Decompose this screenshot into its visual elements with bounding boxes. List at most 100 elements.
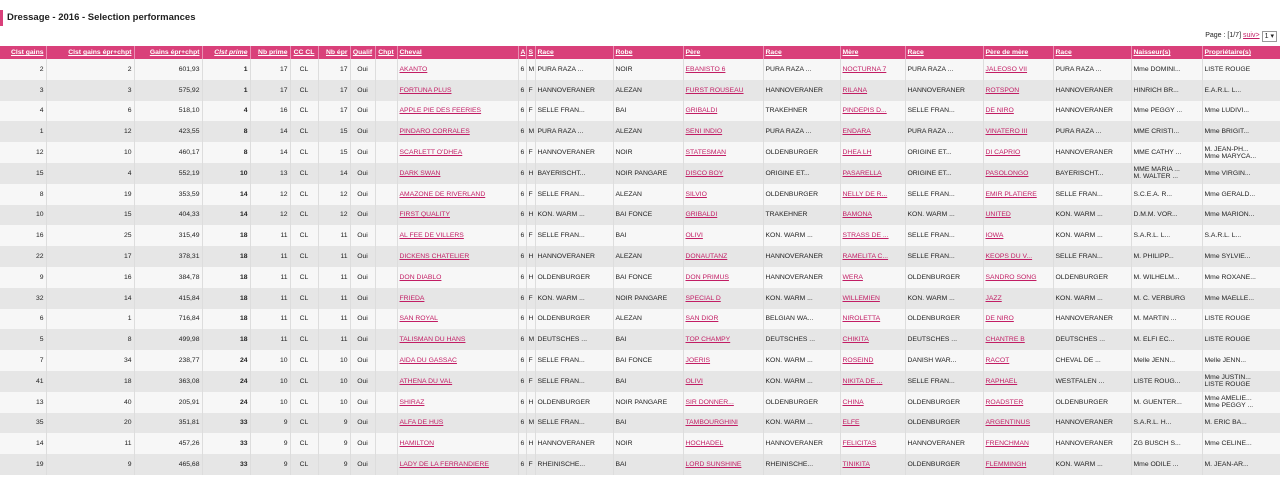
- column-header[interactable]: Race: [535, 46, 614, 59]
- horse-link[interactable]: ALFA DE HUS: [400, 419, 444, 426]
- column-header[interactable]: Naisseur(s): [1131, 46, 1203, 59]
- dam-link[interactable]: ENDARA: [843, 128, 871, 135]
- dam-sire-link[interactable]: ROTSPON: [986, 87, 1020, 94]
- sire-link[interactable]: DISCO BOY: [686, 170, 724, 177]
- dam-link[interactable]: RAMELITA C...: [843, 253, 889, 260]
- dam-sire-link[interactable]: CHANTRE B: [986, 336, 1025, 343]
- sire-link[interactable]: TAMBOURGHINI: [686, 419, 738, 426]
- sire-link[interactable]: OLIVI: [686, 378, 703, 385]
- horse-link[interactable]: AKANTO: [400, 66, 428, 73]
- column-header[interactable]: Père de mère: [983, 46, 1054, 59]
- dam-sire-link[interactable]: ARGENTINUS: [986, 419, 1031, 426]
- sire-link[interactable]: EBANISTO 6: [686, 66, 726, 73]
- dam-link[interactable]: PASARELLA: [843, 170, 882, 177]
- dam-link[interactable]: BAMONA: [843, 211, 872, 218]
- sire-link[interactable]: TOP CHAMPY: [686, 336, 731, 343]
- dam-link[interactable]: WILLEMIEN: [843, 295, 880, 302]
- column-header[interactable]: Nb épr: [318, 46, 351, 59]
- sire-link[interactable]: JOERIS: [686, 357, 711, 364]
- column-header[interactable]: Race: [1053, 46, 1132, 59]
- sire-link[interactable]: SENI INDIO: [686, 128, 723, 135]
- horse-link[interactable]: PINDARO CORRALES: [400, 128, 470, 135]
- horse-link[interactable]: TALISMAN DU HANS: [400, 336, 466, 343]
- horse-link[interactable]: DICKENS CHATELIER: [400, 253, 470, 260]
- dam-link[interactable]: DHEA LH: [843, 149, 872, 156]
- column-header[interactable]: CC CL: [290, 46, 319, 59]
- sire-link[interactable]: HOCHADEL: [686, 440, 724, 447]
- horse-link[interactable]: FIRST QUALITY: [400, 211, 450, 218]
- dam-link[interactable]: TINIKITA: [843, 461, 870, 468]
- dam-link[interactable]: NELLY DE R...: [843, 191, 888, 198]
- dam-sire-link[interactable]: JALEOSO VII: [986, 66, 1028, 73]
- dam-link[interactable]: NIROLETTA: [843, 315, 881, 322]
- horse-link[interactable]: ATHENA DU VAL: [400, 378, 453, 385]
- column-header[interactable]: Mère: [840, 46, 906, 59]
- column-header[interactable]: Chpt: [375, 46, 398, 59]
- dam-sire-link[interactable]: FLEMMINGH: [986, 461, 1027, 468]
- dam-link[interactable]: ROSEIND: [843, 357, 874, 364]
- page-select[interactable]: 1 ▾: [1261, 30, 1277, 42]
- column-header[interactable]: Qualif: [350, 46, 376, 59]
- dam-link[interactable]: NIKITA DE ...: [843, 378, 883, 385]
- sire-link[interactable]: SILVIO: [686, 191, 707, 198]
- sire-link[interactable]: GRIBALDI: [686, 211, 718, 218]
- sire-link[interactable]: GRIBALDI: [686, 107, 718, 114]
- horse-link[interactable]: SAN ROYAL: [400, 315, 438, 322]
- column-header[interactable]: Clst prime: [202, 46, 251, 59]
- sire-link[interactable]: OLIVI: [686, 232, 703, 239]
- horse-link[interactable]: SHIRAZ: [400, 399, 425, 406]
- sire-link[interactable]: STATESMAN: [686, 149, 727, 156]
- column-header[interactable]: Propriétaire(s): [1202, 46, 1280, 59]
- horse-link[interactable]: APPLE PIE DES FEERIES: [400, 107, 482, 114]
- dam-sire-link[interactable]: DE NIRO: [986, 315, 1014, 322]
- sire-link[interactable]: SPECIAL D: [686, 295, 721, 302]
- sire-link[interactable]: FURST ROUSEAU: [686, 87, 744, 94]
- dam-sire-link[interactable]: VINATERO III: [986, 128, 1028, 135]
- sire-link[interactable]: SIR DONNER...: [686, 399, 734, 406]
- sire-link[interactable]: LORD SUNSHINE: [686, 461, 742, 468]
- column-header[interactable]: Nb prime: [250, 46, 291, 59]
- horse-link[interactable]: AL FEE DE VILLERS: [400, 232, 464, 239]
- horse-link[interactable]: SCARLETT O'DHEA: [400, 149, 463, 156]
- column-header[interactable]: A: [518, 46, 527, 59]
- horse-link[interactable]: FORTUNA PLUS: [400, 87, 452, 94]
- column-header[interactable]: Clst gains: [0, 46, 47, 59]
- horse-link[interactable]: AMAZONE DE RIVERLAND: [400, 191, 486, 198]
- sire-link[interactable]: SAN DIOR: [686, 315, 719, 322]
- dam-sire-link[interactable]: SANDRO SONG: [986, 274, 1037, 281]
- dam-link[interactable]: ELFE: [843, 419, 860, 426]
- dam-sire-link[interactable]: KEOPS DU V...: [986, 253, 1033, 260]
- dam-link[interactable]: CHIKITA: [843, 336, 869, 343]
- dam-sire-link[interactable]: RAPHAEL: [986, 378, 1018, 385]
- dam-sire-link[interactable]: JAZZ: [986, 295, 1002, 302]
- dam-link[interactable]: STRASS DE ...: [843, 232, 889, 239]
- dam-sire-link[interactable]: DE NIRO: [986, 107, 1014, 114]
- dam-sire-link[interactable]: UNITED: [986, 211, 1011, 218]
- column-header[interactable]: Race: [905, 46, 984, 59]
- column-header[interactable]: S: [526, 46, 536, 59]
- dam-sire-link[interactable]: DI CAPRIO: [986, 149, 1021, 156]
- column-header[interactable]: Race: [763, 46, 841, 59]
- column-header[interactable]: Père: [683, 46, 764, 59]
- sire-link[interactable]: DONAUTANZ: [686, 253, 728, 260]
- sire-link[interactable]: DON PRIMUS: [686, 274, 729, 281]
- column-header[interactable]: Cheval: [397, 46, 519, 59]
- dam-link[interactable]: CHINA: [843, 399, 864, 406]
- column-header[interactable]: Clst gains épr+chpt: [46, 46, 135, 59]
- horse-link[interactable]: DARK SWAN: [400, 170, 441, 177]
- dam-link[interactable]: NOCTURNA 7: [843, 66, 887, 73]
- column-header[interactable]: Gains épr+chpt: [134, 46, 203, 59]
- horse-link[interactable]: LADY DE LA FERRANDIERE: [400, 461, 489, 468]
- dam-sire-link[interactable]: PASOLONGO: [986, 170, 1029, 177]
- dam-sire-link[interactable]: ROADSTER: [986, 399, 1024, 406]
- dam-link[interactable]: PINDEPIS D...: [843, 107, 887, 114]
- pager-next-link[interactable]: suiv>: [1243, 30, 1260, 42]
- horse-link[interactable]: AIDA DU GASSAC: [400, 357, 457, 364]
- dam-link[interactable]: RILANA: [843, 87, 868, 94]
- dam-link[interactable]: WERA: [843, 274, 863, 281]
- dam-sire-link[interactable]: RACOT: [986, 357, 1010, 364]
- dam-link[interactable]: FELICITAS: [843, 440, 877, 447]
- horse-link[interactable]: DON DIABLO: [400, 274, 442, 281]
- dam-sire-link[interactable]: FRENCHMAN: [986, 440, 1029, 447]
- dam-sire-link[interactable]: EMIR PLATIERE: [986, 191, 1037, 198]
